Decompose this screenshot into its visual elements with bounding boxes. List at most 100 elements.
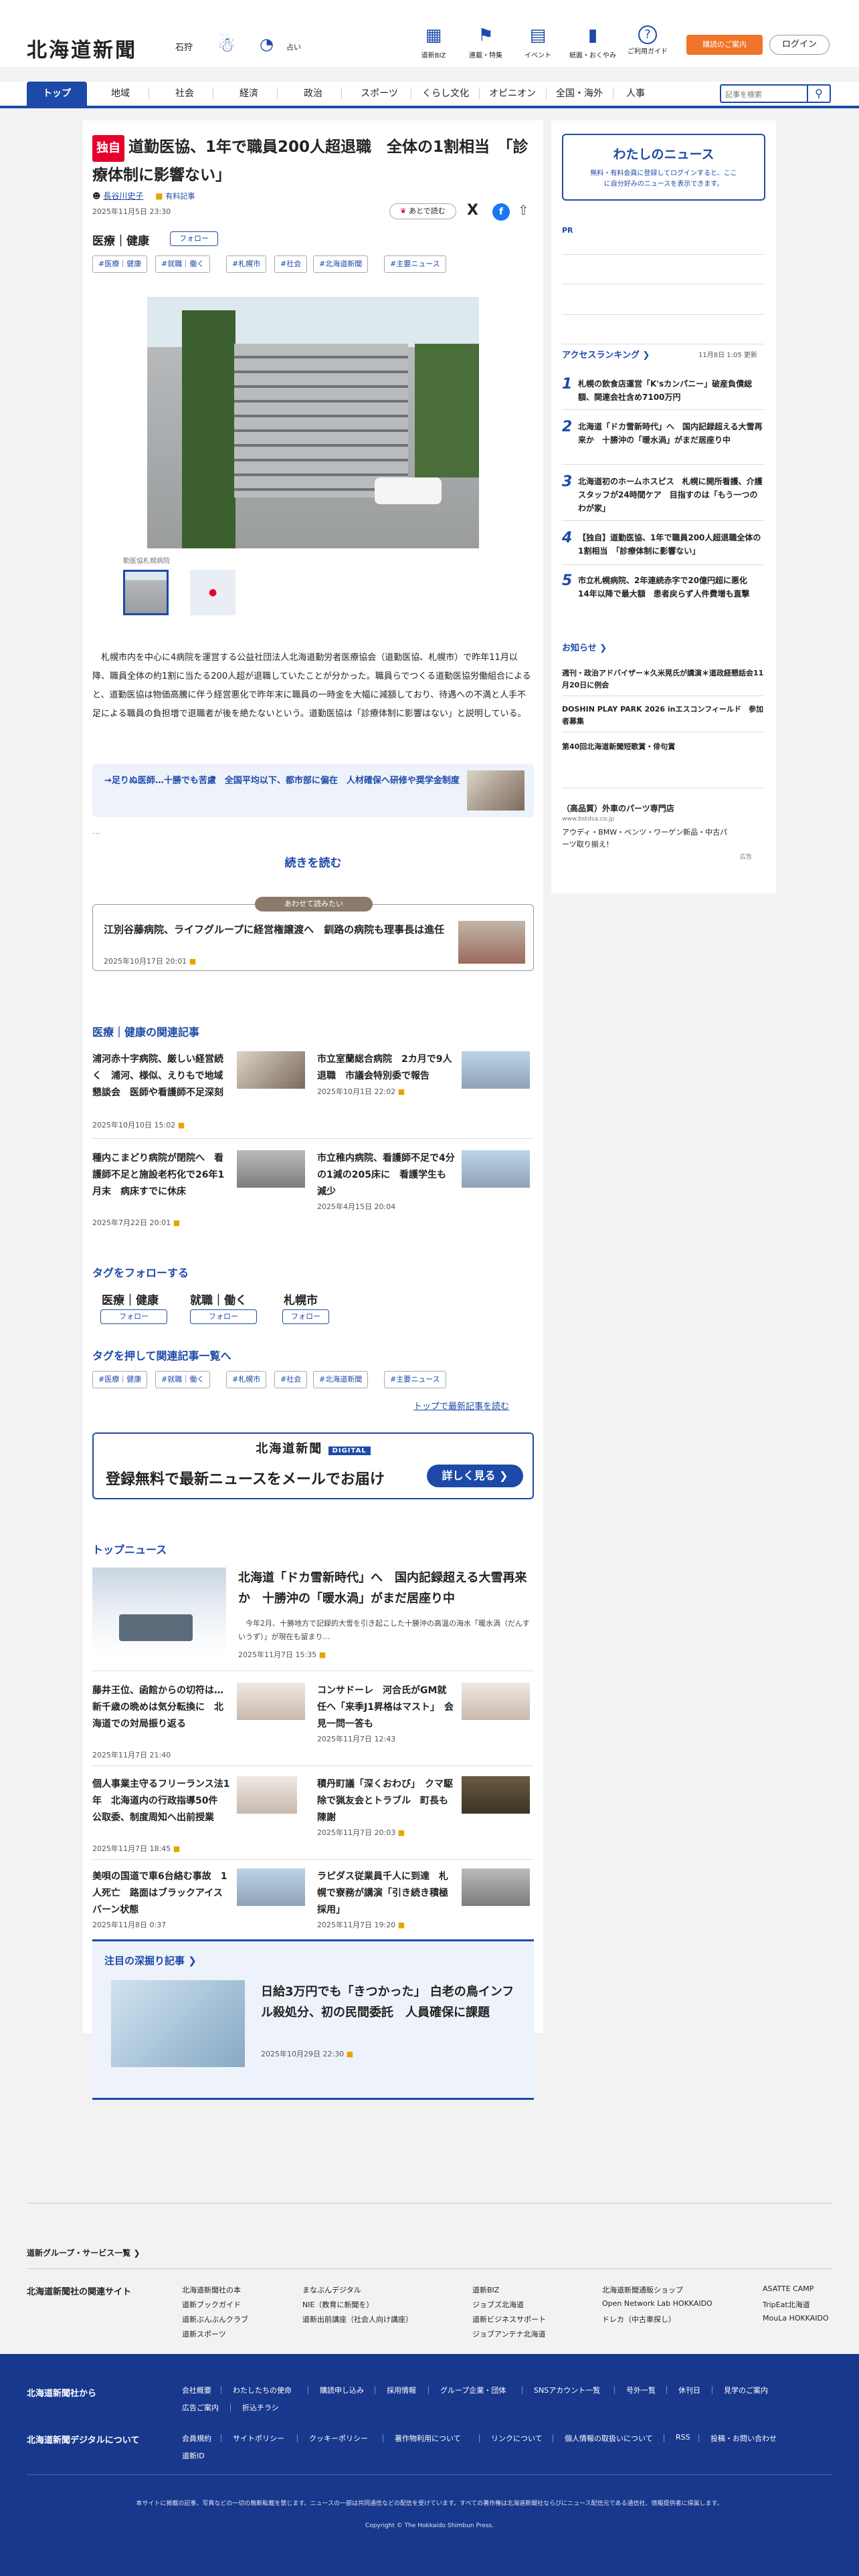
region-label[interactable]: 石狩 [175,40,193,53]
category-follow-button[interactable]: フォロー [170,231,218,246]
footer-link[interactable]: 道新スポーツ [182,2329,226,2339]
tag-chip[interactable]: #就職｜働く [155,1371,211,1388]
footer-link[interactable]: 著作物利用について [395,2433,461,2444]
tab-society[interactable]: 社会 [163,82,206,106]
weather-icon[interactable]: ☃ [217,33,235,57]
map-thumb[interactable]: ● [190,570,235,615]
facebook-share-icon[interactable]: f [492,203,510,221]
footer-link[interactable]: クッキーポリシー [309,2433,368,2444]
promo-box[interactable]: →足りぬ医師…十勝でも苦慮 全国平均以下、都市部に偏在 人材確保へ研修や奨学金制… [92,764,534,817]
tag-chip[interactable]: #社会 [274,1371,308,1388]
tab-personnel[interactable]: 人事 [615,82,656,106]
banner-details-button[interactable]: 詳しく見る ❯ [427,1465,523,1487]
footer-link[interactable]: 北海道新聞社の本 [182,2284,241,2295]
article-photo[interactable] [147,297,479,548]
tab-opinion[interactable]: オピニオン [480,82,545,106]
footer-link[interactable]: 号外一覧 [626,2385,656,2395]
tag-chip[interactable]: #北海道新聞 [313,1371,369,1388]
tab-world[interactable]: 全国・海外 [547,82,611,106]
top-latest-link[interactable]: トップで最新記事を読む [413,1399,509,1412]
footer-link[interactable]: 個人情報の取扱いについて [565,2433,653,2444]
follow-button[interactable]: フォロー [190,1309,257,1324]
series-nav[interactable]: ⚑ 連載・特集 [459,25,512,60]
feature-title[interactable]: 日給3万円でも「きつかった」 白老の鳥インフル殺処分、初の民間委託 人員確保に課… [261,1981,522,2023]
footer-link[interactable]: 道新ID [182,2450,205,2461]
author-link[interactable]: 長谷川史子 [103,191,143,201]
recommend-box[interactable]: あわせて読みたい 江別谷藤病院、ライフグループに経営権譲渡へ 釧路の病院も理事長… [92,897,534,971]
photo-thumb[interactable] [123,570,169,615]
footer-link[interactable]: まなぶんデジタル [302,2284,361,2295]
footer-link[interactable]: 道新BIZ [472,2284,499,2295]
footer-link[interactable]: ジョブアンテナ北海道 [472,2329,546,2339]
ad-title[interactable]: （高品質）外車のパーツ専門店 [562,802,674,814]
footer-link[interactable]: ドレカ（中古車探し） [602,2314,676,2325]
footer-link[interactable]: 投稿・お問い合わせ [710,2433,777,2444]
footer-link[interactable]: NIE（教育に新聞を） [302,2299,373,2310]
footer-link[interactable]: MouLa HOKKAIDO [763,2314,829,2323]
lead-news-photo[interactable] [92,1568,226,1656]
group-services-link[interactable]: 道新グループ・サービス一覧 ❯ [27,2247,140,2258]
notice-item[interactable]: 第40回北海道新聞短歌賞・俳句賞 [562,741,764,753]
footer-link[interactable]: サイトポリシー [233,2433,284,2444]
read-more-link[interactable]: 続きを読む [83,853,543,870]
footer-link[interactable]: RSS [676,2433,690,2442]
tag-chip[interactable]: #札幌市 [226,1371,267,1388]
tag-chip[interactable]: #札幌市 [226,255,267,273]
biz-nav[interactable]: ▦ 道新BIZ [407,25,460,60]
footer-link[interactable]: ジョブズ北海道 [472,2299,524,2310]
feature-heading[interactable]: 注目の深掘り記事 ❯ [104,1953,197,1967]
footer-link[interactable]: 会員規約 [182,2433,211,2444]
tag-chip[interactable]: #北海道新聞 [313,255,369,273]
site-logo[interactable]: 北海道新聞 [27,33,137,63]
footer-link[interactable]: 採用情報 [387,2385,416,2395]
footer-link[interactable]: 購読申し込み [320,2385,364,2395]
ranking-heading[interactable]: アクセスランキング ❯ [562,348,650,360]
tag-chip[interactable]: #医療｜健康 [92,1371,148,1388]
footer-link[interactable]: 道新ぶんぶんクラブ [182,2314,248,2325]
tag-chip[interactable]: #社会 [274,255,308,273]
footer-link[interactable]: ASATTE CAMP [763,2284,814,2293]
tab-sports[interactable]: スポーツ [351,82,408,106]
search-icon[interactable]: ⚲ [807,86,830,102]
footer-link[interactable]: 広告ご案内 [182,2402,219,2413]
tab-culture[interactable]: くらし文化 [413,82,478,106]
guide-nav[interactable]: ? ご利用ガイド [621,25,674,56]
tag-chip[interactable]: #就職｜働く [155,255,211,273]
newsletter-banner[interactable]: 北海道新聞 DIGITAL 登録無料で最新ニュースをメールでお届け 詳しく見る … [92,1432,534,1499]
notice-item[interactable]: 週刊・政治アドバイザー＊久米晃氏が講演＊道政経懇話会11月20日に例会 [562,667,764,691]
footer-link[interactable]: 道新ビジネスサポート [472,2314,546,2325]
footer-link[interactable]: グループ企業・団体 [440,2385,506,2395]
footer-link[interactable]: TripEat北海道 [763,2299,810,2310]
notice-heading[interactable]: お知らせ ❯ [562,641,607,653]
x-share-icon[interactable]: X [467,202,478,219]
footer-link[interactable]: 見学のご案内 [724,2385,768,2395]
login-button[interactable]: ログイン [769,35,830,55]
footer-link[interactable]: 休刊日 [678,2385,700,2395]
tab-top[interactable]: トップ [27,82,87,106]
fortune-icon[interactable]: ◔ [260,35,274,53]
search-input[interactable] [725,88,804,101]
follow-button[interactable]: フォロー [100,1309,167,1324]
tab-region[interactable]: 地域 [99,82,142,106]
subscribe-button[interactable]: 購読のご案内 [686,35,763,55]
footer-link[interactable]: リンクについて [491,2433,543,2444]
lead-news-title[interactable]: 北海道「ドカ雪新時代」へ 国内記録超える大雪再来か 十勝沖の「暖水渦」がまだ居座… [238,1568,533,1609]
tag-chip[interactable]: #医療｜健康 [92,255,148,273]
follow-button[interactable]: フォロー [282,1309,329,1324]
tab-politics[interactable]: 政治 [292,82,335,106]
notice-item[interactable]: DOSHIN PLAY PARK 2026 inエスコンフィールド 参加者募集 [562,704,764,728]
tag-chip[interactable]: #主要ニュース [384,255,446,273]
footer-link[interactable]: 道新ブックガイド [182,2299,241,2310]
paper-nav[interactable]: ▮ 紙面・おくやみ [566,25,619,60]
footer-link[interactable]: わたしたちの使命 [233,2385,292,2395]
read-later-button[interactable]: ❦ あとで読む [389,203,456,219]
footer-link[interactable]: 北海道新聞通販ショップ [602,2284,683,2295]
tab-economy[interactable]: 経済 [227,82,270,106]
footer-link[interactable]: SNSアカウント一覧 [534,2385,600,2395]
feature-photo[interactable] [111,1980,245,2067]
fortune-label[interactable]: 占い [286,41,301,52]
tag-chip[interactable]: #主要ニュース [384,1371,446,1388]
share-icon[interactable]: ⇧ [518,202,529,218]
footer-link[interactable]: 折込チラシ [242,2402,279,2413]
footer-link[interactable]: Open Network Lab HOKKAIDO [602,2299,712,2308]
